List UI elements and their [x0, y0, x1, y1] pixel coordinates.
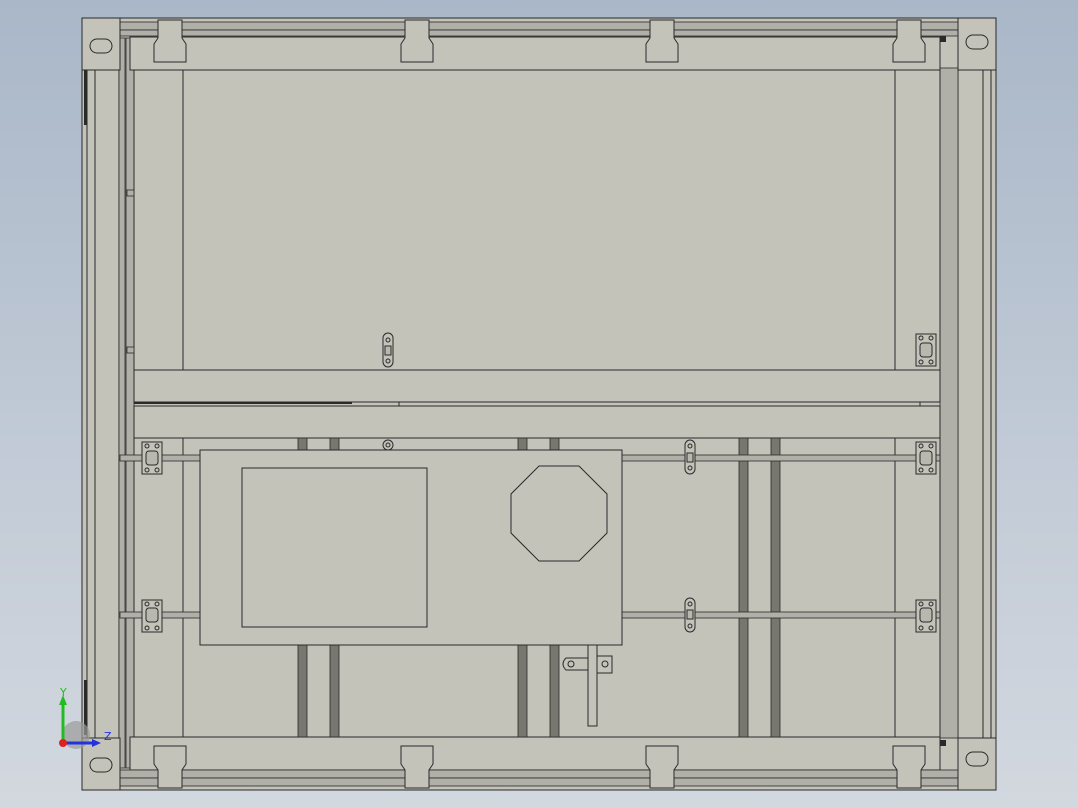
display-window	[241, 467, 428, 628]
corner-block-top-left	[81, 17, 121, 71]
cad-graphics-viewport[interactable]: .f { fill:#c3c3b9; stroke:#2a2a2a; strok…	[0, 0, 1078, 808]
control-box	[199, 449, 623, 646]
z-axis-label: Z	[104, 730, 112, 743]
y-axis-label: Y	[59, 686, 67, 699]
octagon-port	[510, 465, 608, 562]
corner-block-top-right	[957, 17, 997, 71]
upper-panel	[126, 69, 941, 371]
z-axis-head-icon	[92, 739, 101, 747]
x-axis-dot-icon	[59, 739, 67, 747]
axis-triad: Y Z	[59, 686, 112, 749]
corner-block-bottom-right	[957, 737, 997, 791]
